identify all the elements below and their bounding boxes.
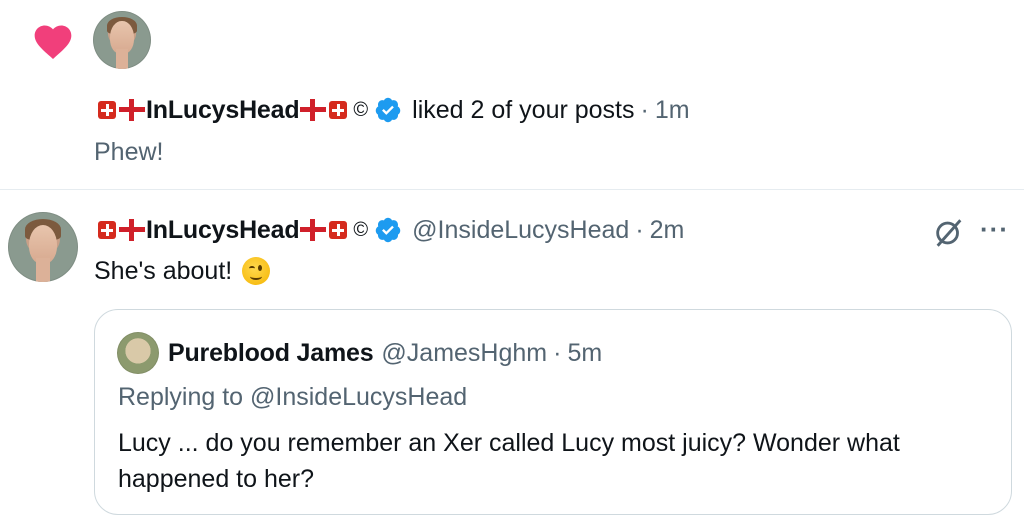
replying-to[interactable]: Replying to @InsideLucysHead xyxy=(118,383,467,412)
avatar[interactable] xyxy=(93,11,151,69)
swiss-flag-icon xyxy=(329,101,348,119)
notification-action: liked 2 of your posts xyxy=(412,95,635,124)
avatar[interactable] xyxy=(8,212,78,282)
verified-badge-icon xyxy=(375,97,401,123)
timestamp[interactable]: 1m xyxy=(655,96,690,125)
divider xyxy=(0,189,1024,190)
post-text: She's about! xyxy=(94,253,271,289)
separator: · xyxy=(640,95,649,124)
display-name[interactable]: InLucysHead xyxy=(146,96,300,125)
england-flag-icon xyxy=(300,219,327,241)
avatar[interactable] xyxy=(117,332,159,374)
grok-icon[interactable] xyxy=(932,216,966,250)
more-options-icon[interactable]: ··· xyxy=(980,214,1009,245)
england-flag-icon xyxy=(119,99,145,121)
heart-icon xyxy=(34,25,72,60)
display-name[interactable]: InLucysHead xyxy=(146,216,300,245)
post-header: InLucysHead © @InsideLucysHead · 2m xyxy=(96,210,684,250)
swiss-flag-icon xyxy=(98,221,116,239)
copyright-mark: © xyxy=(353,98,369,121)
england-flag-icon xyxy=(119,219,145,241)
quote-header: Pureblood James @JamesHghm · 5m xyxy=(168,334,602,372)
handle[interactable]: @JamesHghm xyxy=(381,339,547,368)
england-flag-icon xyxy=(300,99,327,121)
notification-header: InLucysHead © liked 2 of your posts · 1m xyxy=(96,90,690,130)
separator: · xyxy=(635,215,644,244)
quote-text-line: Lucy ... do you remember an Xer called L… xyxy=(118,429,900,457)
quote-text-line: happened to her? xyxy=(118,465,315,493)
timestamp[interactable]: 5m xyxy=(567,339,602,368)
timestamp[interactable]: 2m xyxy=(650,216,685,245)
copyright-mark: © xyxy=(353,218,369,241)
display-name[interactable]: Pureblood James xyxy=(168,339,374,368)
post-body: She's about! xyxy=(94,256,233,285)
wink-emoji-icon xyxy=(242,257,271,285)
separator: · xyxy=(553,338,562,367)
verified-badge-icon xyxy=(375,217,401,243)
swiss-flag-icon xyxy=(329,221,348,239)
quote-body: Lucy ... do you remember an Xer called L… xyxy=(118,425,900,497)
notification-snippet: Phew! xyxy=(94,138,164,166)
handle[interactable]: @InsideLucysHead xyxy=(412,216,629,245)
swiss-flag-icon xyxy=(98,101,116,119)
